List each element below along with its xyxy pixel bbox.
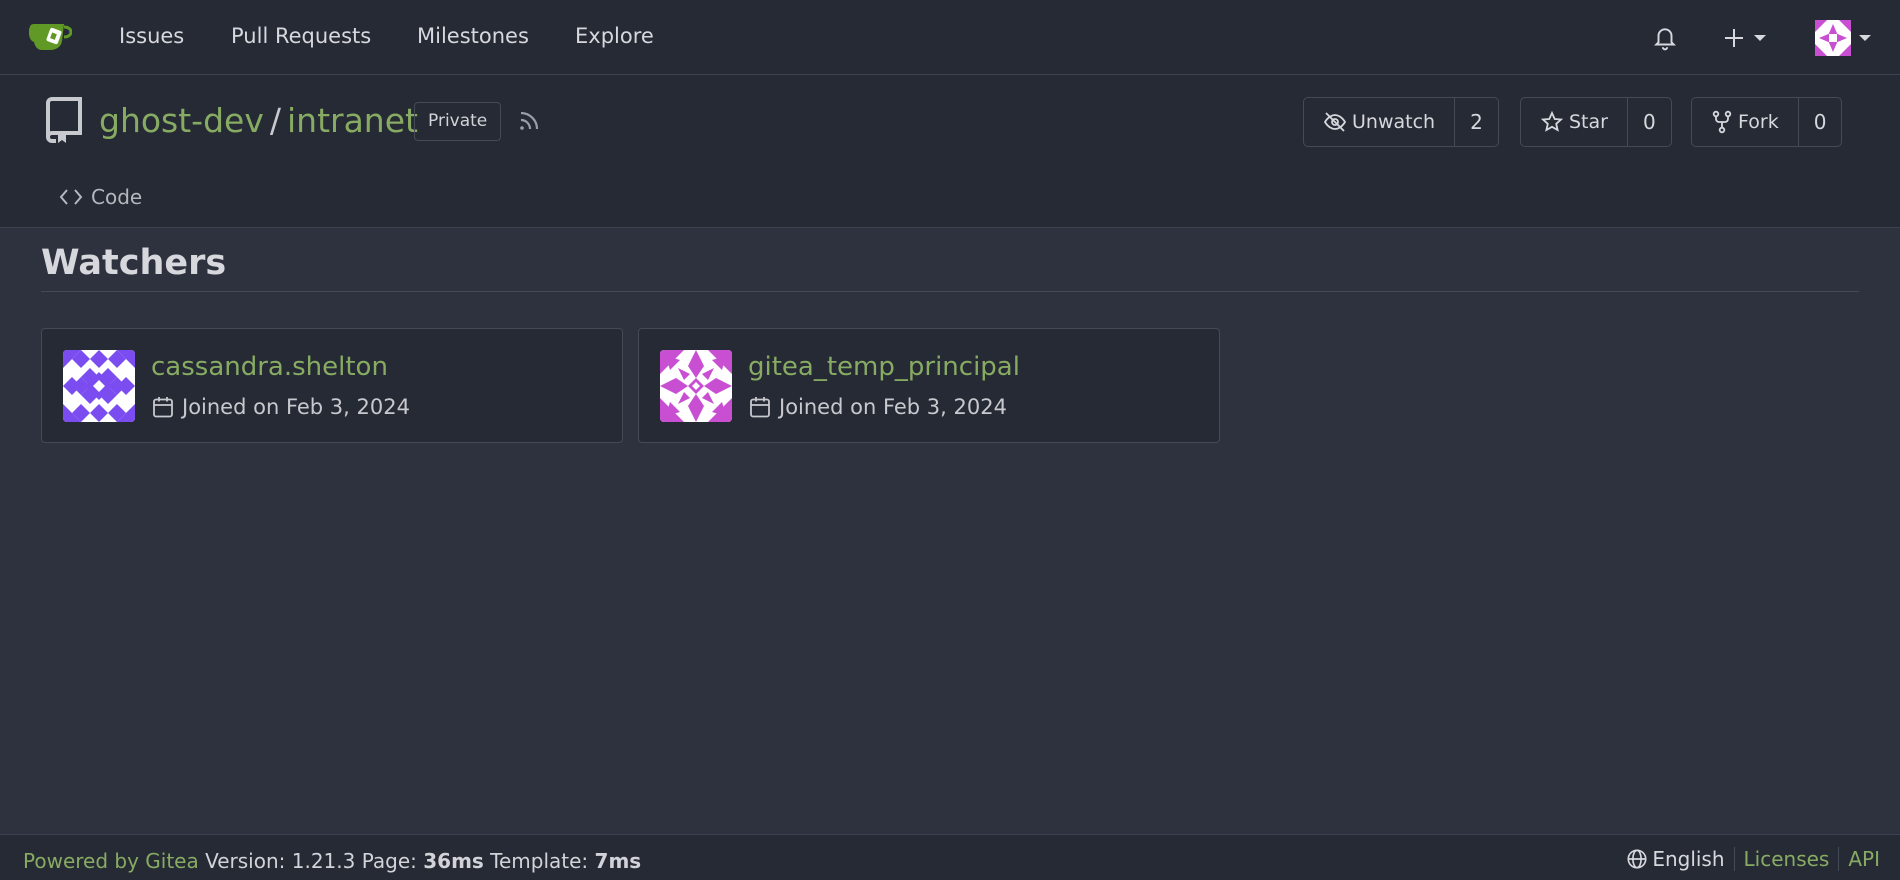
watcher-name-link[interactable]: gitea_temp_principal [748, 352, 1020, 382]
watcher-name-link[interactable]: cassandra.shelton [151, 352, 388, 382]
version-text: Version: 1.21.3 Page: [205, 849, 417, 873]
rss-icon[interactable] [517, 109, 541, 133]
calendar-icon [750, 397, 770, 418]
repo-name-link[interactable]: intranet [287, 101, 418, 140]
chevron-down-icon [1754, 34, 1766, 41]
watch-button-group: Unwatch 2 [1303, 97, 1499, 147]
user-menu[interactable] [1815, 0, 1871, 75]
footer-version-info: Powered by Gitea Version: 1.21.3 Page: 3… [23, 849, 641, 873]
watcher-avatar[interactable] [63, 350, 135, 422]
star-button-group: Star 0 [1520, 97, 1672, 147]
fork-button[interactable]: Fork [1692, 98, 1799, 146]
repo-icon [45, 97, 82, 143]
plus-icon [1725, 28, 1743, 47]
template-label: Template: [490, 849, 589, 873]
calendar-icon [153, 397, 173, 418]
nav-issues[interactable]: Issues [119, 24, 184, 48]
watcher-card: gitea_temp_principal Joined on Feb 3, 20… [638, 328, 1220, 443]
code-icon [59, 189, 83, 205]
watcher-card: cassandra.shelton Joined on Feb 3, 2024 [41, 328, 623, 443]
licenses-link[interactable]: Licenses [1733, 847, 1839, 871]
top-navbar: Issues Pull Requests Milestones Explore [0, 0, 1900, 75]
visibility-badge: Private [414, 102, 502, 141]
notifications-button[interactable] [1652, 0, 1678, 75]
nav-explore[interactable]: Explore [575, 24, 654, 48]
nav-milestones[interactable]: Milestones [417, 24, 529, 48]
repo-title: ghost-dev / intranet [99, 101, 418, 140]
unwatch-button[interactable]: Unwatch [1304, 98, 1456, 146]
create-new-menu[interactable] [1722, 0, 1766, 75]
bell-icon [1653, 27, 1677, 50]
chevron-down-icon [1859, 34, 1871, 41]
powered-by-link[interactable]: Powered by Gitea [23, 849, 199, 873]
page-time: 36ms [423, 849, 484, 873]
repo-separator: / [269, 101, 281, 140]
language-selector[interactable]: English [1626, 847, 1733, 871]
fork-label: Fork [1738, 111, 1779, 133]
watcher-joined-text: Joined on Feb 3, 2024 [182, 395, 410, 419]
star-icon [1540, 110, 1564, 132]
star-button[interactable]: Star [1521, 98, 1628, 146]
watcher-joined-text: Joined on Feb 3, 2024 [779, 395, 1007, 419]
watchers-list: cassandra.shelton Joined on Feb 3, 2024 [41, 328, 1220, 443]
footer-links: English Licenses API [1626, 847, 1880, 871]
template-time: 7ms [594, 849, 642, 873]
watcher-joined: Joined on Feb 3, 2024 [151, 395, 410, 419]
unwatch-label: Unwatch [1352, 111, 1436, 133]
eye-slash-icon [1323, 112, 1347, 132]
tab-code[interactable]: Code [59, 185, 142, 209]
page-title: Watchers [41, 243, 227, 283]
language-label: English [1652, 847, 1725, 871]
watcher-joined: Joined on Feb 3, 2024 [748, 395, 1007, 419]
globe-icon [1627, 849, 1647, 869]
repo-owner-link[interactable]: ghost-dev [99, 101, 264, 140]
fork-icon [1712, 110, 1732, 134]
forks-count[interactable]: 0 [1799, 98, 1842, 146]
heading-divider [41, 291, 1859, 292]
tab-code-label: Code [91, 185, 143, 209]
star-label: Star [1569, 111, 1608, 133]
watchers-count[interactable]: 2 [1455, 98, 1498, 146]
fork-button-group: Fork 0 [1691, 97, 1843, 147]
nav-pull-requests[interactable]: Pull Requests [231, 24, 371, 48]
gitea-logo-icon[interactable] [28, 21, 72, 52]
stars-count[interactable]: 0 [1628, 98, 1671, 146]
page-footer: Powered by Gitea Version: 1.21.3 Page: 3… [0, 834, 1900, 880]
watcher-avatar[interactable] [660, 350, 732, 422]
repo-header: ghost-dev / intranet Private Unwatch 2 S… [0, 75, 1900, 228]
avatar-icon [1815, 19, 1851, 56]
api-link[interactable]: API [1838, 847, 1880, 871]
